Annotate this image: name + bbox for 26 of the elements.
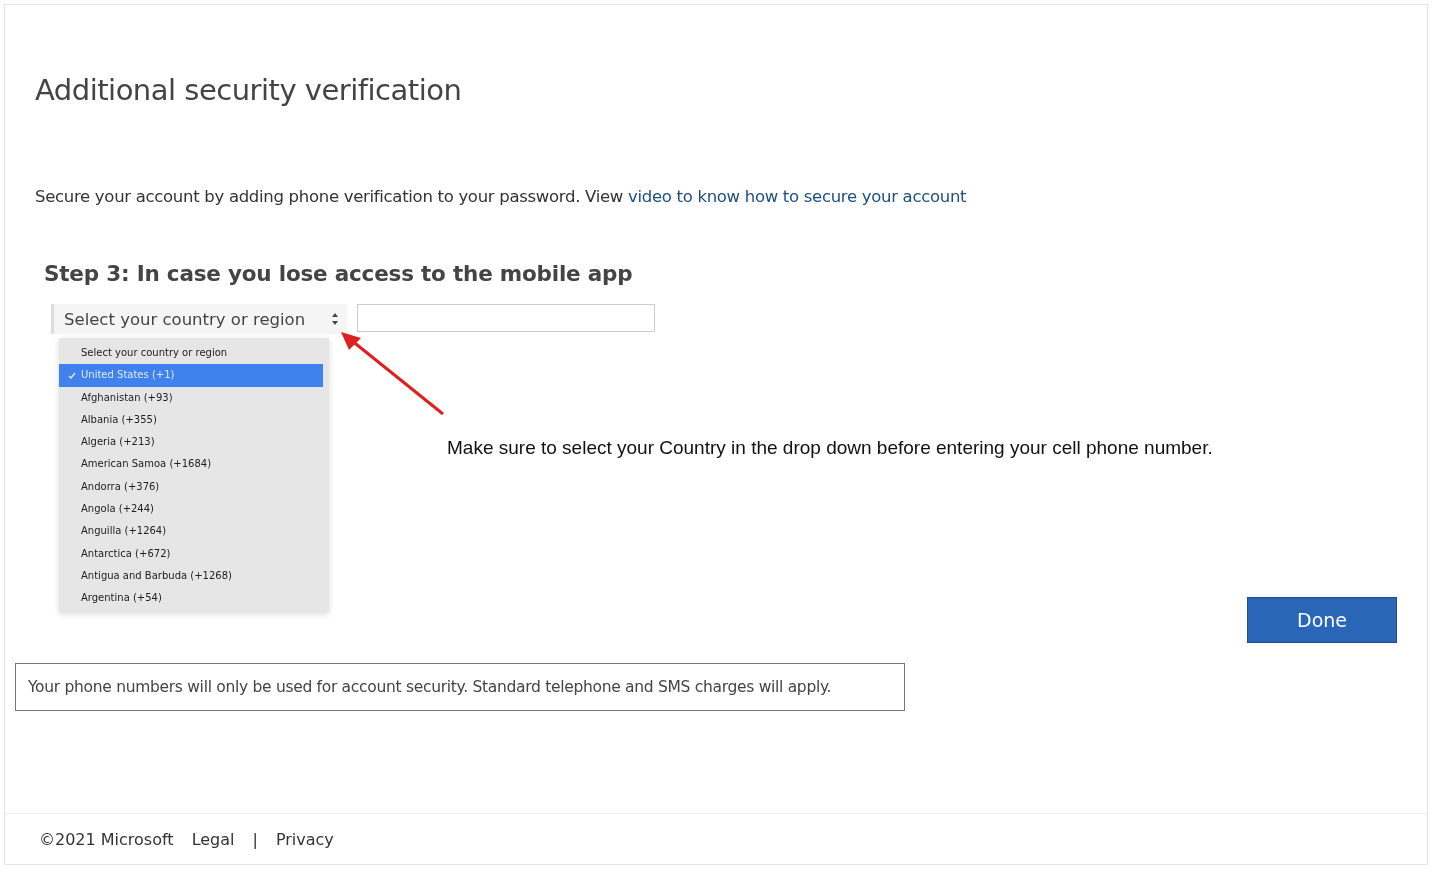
- country-option[interactable]: Albania (+355): [59, 408, 329, 432]
- footer-separator: |: [252, 829, 258, 849]
- country-option[interactable]: Antarctica (+672): [59, 542, 329, 565]
- notice-box: Your phone numbers will only be used for account security. Standard telephone and SMS charges will apply.: [15, 663, 905, 711]
- annotation-text: Make sure to select your Country in the drop down before entering your cell phone number.: [447, 437, 1213, 459]
- country-option[interactable]: American Samoa (+1684): [59, 453, 329, 476]
- country-option[interactable]: Argentina (+54): [59, 587, 329, 610]
- country-select[interactable]: Select your country or region: [51, 304, 347, 334]
- sort-arrows-icon: [331, 312, 339, 326]
- phone-number-field[interactable]: [357, 304, 655, 332]
- video-link[interactable]: video to know how to secure your account: [628, 187, 967, 206]
- intro-text: Secure your account by adding phone verification to your password. View video to know how to secure your account: [35, 187, 968, 206]
- checkmark-icon: [68, 371, 76, 379]
- country-option[interactable]: Antigua and Barbuda (+1268): [59, 564, 329, 588]
- page-title: Additional security verification: [35, 73, 463, 107]
- country-option[interactable]: Algeria (+213): [59, 431, 329, 454]
- country-option[interactable]: Select your country or region: [59, 342, 329, 365]
- legal-link[interactable]: Legal: [191, 829, 235, 849]
- country-option[interactable]: Anguilla (+1264): [59, 520, 329, 543]
- copyright-text: ©2021 Microsoft: [39, 829, 174, 849]
- done-button[interactable]: Done: [1247, 597, 1397, 643]
- country-option[interactable]: Andorra (+376): [59, 475, 329, 499]
- country-option[interactable]: Afghanistan (+93): [59, 386, 329, 409]
- country-option[interactable]: Angola (+244): [59, 498, 329, 521]
- step-heading: Step 3: In case you lose access to the mobile app: [44, 261, 634, 286]
- privacy-link[interactable]: Privacy: [275, 829, 334, 849]
